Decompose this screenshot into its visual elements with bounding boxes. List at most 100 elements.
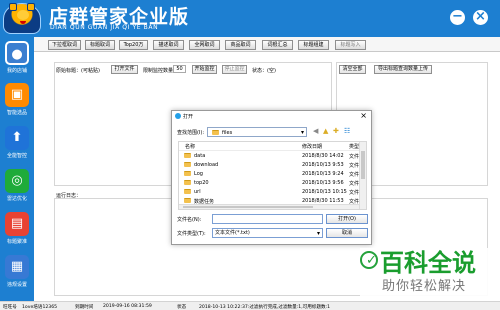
file-modified: 2018/10/13 10:15 <box>302 189 347 195</box>
folder-icon <box>184 198 191 203</box>
user-icon: ● <box>5 41 29 65</box>
file-type: 文件 <box>349 172 360 178</box>
file-type: 文件 <box>349 181 360 187</box>
sidebar-item-label: 雷达优化 <box>6 196 27 202</box>
file-type: 文件 <box>349 154 360 160</box>
sidebar-item-product-selection[interactable]: ▣ 智能选品 <box>0 80 34 119</box>
horizontal-scrollbar[interactable] <box>179 204 359 209</box>
file-list-header: 名称 修改日期 类型 <box>179 142 366 151</box>
sidebar-item-label: 全能智控 <box>6 153 27 159</box>
status-bar: 旺旺号 1ove培语12365 到期时间 2019-09-16 08:31:59… <box>0 301 500 310</box>
state-label: 状态 <box>177 305 187 310</box>
chevron-down-icon: ▾ <box>300 129 304 136</box>
sidebar-item-label: 智能选品 <box>6 110 27 116</box>
sidebar-item-label: 我的店铺 <box>6 68 27 74</box>
file-modified: 2018/10/13 9:56 <box>302 180 344 186</box>
dropdown-word-button[interactable]: 下拉框取词 <box>48 40 81 50</box>
up-folder-icon[interactable]: ▲ <box>323 127 328 136</box>
product-word-button[interactable]: 商品取词 <box>225 40 256 50</box>
expire-value: 2019-09-16 08:31:59 <box>103 304 152 309</box>
logo-mouth <box>20 21 26 24</box>
sidebar-item-radar-optimization[interactable]: ◎ 雷达优化 <box>0 166 34 205</box>
logo-ear-right <box>27 3 35 11</box>
watermark-subtitle: 助你轻松解决 <box>382 279 467 294</box>
folder-icon <box>184 162 191 167</box>
state-value: 2018-10-13 10:22:37:过滤执行完成,过滤数量:1,可用标题数:… <box>199 305 331 310</box>
file-name: url <box>194 189 201 195</box>
folder-icon <box>184 180 191 185</box>
top20-button[interactable]: Top20万 <box>119 40 148 50</box>
filename-input[interactable] <box>212 214 323 224</box>
type-column-header[interactable]: 类型 <box>349 143 359 150</box>
name-column-header[interactable]: 名称 <box>185 143 195 150</box>
file-modified: 2018/10/13 9:24 <box>302 171 344 177</box>
file-modified: 2018/8/30 14:02 <box>302 153 344 159</box>
dialog-close-icon[interactable]: × <box>360 111 367 121</box>
network-word-button[interactable]: 全网取词 <box>189 40 220 50</box>
expire-label: 到期时间 <box>75 305 94 310</box>
dialog-title: 打开 <box>183 114 194 120</box>
scrollbar-thumb[interactable] <box>361 151 365 179</box>
title-bar: 店群管家企业版 DIAN QUN GUAN JIA QI YE BAN − × <box>0 0 500 37</box>
sidebar-item-smart-control[interactable]: ⬆ 全能智控 <box>0 123 34 162</box>
new-folder-icon[interactable]: ✚ <box>333 127 339 136</box>
app-subtitle: DIAN QUN GUAN JIA QI YE BAN <box>50 24 159 31</box>
scrollbar-thumb[interactable] <box>183 206 313 208</box>
dialog-navigation-tools: ◀ ▲ ✚ ☷ <box>313 127 359 136</box>
folder-icon <box>184 171 191 176</box>
close-icon[interactable]: × <box>473 10 488 25</box>
sidebar-item-violation-settings[interactable]: ▦ 违规设置 <box>0 252 34 291</box>
watermark-title: 百科全说 <box>380 249 476 277</box>
sidebar-item-label: 标题聚准 <box>6 239 27 245</box>
dialog-app-icon <box>175 113 181 119</box>
file-type: 文件 <box>349 163 360 169</box>
filename-label: 文件名(N): <box>177 217 202 223</box>
sidebar-item-my-shop[interactable]: ● 我的店铺 <box>0 38 34 77</box>
title-write-button[interactable]: 标题写入 <box>335 40 366 50</box>
description-word-button[interactable]: 描述取词 <box>153 40 184 50</box>
open-button[interactable]: 打开(O) <box>326 214 368 224</box>
file-list[interactable]: 名称 修改日期 类型 data 2018/8/30 14:02 文件 downl… <box>178 141 367 210</box>
file-row[interactable]: data 2018/8/30 14:02 文件 <box>179 152 359 160</box>
shopping-bag-icon: ▣ <box>5 83 29 107</box>
file-row[interactable]: download 2018/10/13 9:53 文件 <box>179 161 359 169</box>
settings-icon: ▦ <box>5 255 29 279</box>
logo-ear-left <box>9 3 17 11</box>
file-modified: 2018/10/13 9:53 <box>302 162 344 168</box>
filetype-select[interactable]: 文本文件(*.txt) ▾ <box>212 228 323 238</box>
user-label: 旺旺号 <box>3 305 17 310</box>
user-value: 1ove培语12365 <box>22 305 58 310</box>
sidebar-item-title-precision[interactable]: ▤ 标题聚准 <box>0 209 34 248</box>
open-file-dialog: 打开 × 查找范围(I): files ▾ ◀ ▲ ✚ ☷ 名称 修改日期 类型… <box>171 110 372 245</box>
vertical-scrollbar[interactable] <box>359 142 366 209</box>
folder-icon <box>184 189 191 194</box>
dialog-title-bar: 打开 × <box>172 111 371 121</box>
chevron-down-icon: ▾ <box>316 230 320 237</box>
file-row[interactable]: url 2018/10/13 10:15 文件 <box>179 188 359 196</box>
sidebar-item-label: 违规设置 <box>6 282 27 288</box>
lookin-select[interactable]: files ▾ <box>207 127 307 137</box>
cancel-button[interactable]: 取消 <box>326 228 368 238</box>
watermark-logo-icon: ✓ <box>360 251 378 269</box>
radar-icon: ◎ <box>5 169 29 193</box>
file-name: top20 <box>194 180 209 186</box>
lookin-value: files <box>222 130 233 136</box>
toolbar: 下拉框取词 标题取词 Top20万 描述取词 全网取词 商品取词 词根汇总 标题… <box>34 37 500 52</box>
title-icon: ▤ <box>5 212 29 236</box>
title-build-button[interactable]: 标题组建 <box>298 40 329 50</box>
check-icon: ✓ <box>366 253 377 268</box>
file-row[interactable]: Log 2018/10/13 9:24 文件 <box>179 170 359 178</box>
modified-column-header[interactable]: 修改日期 <box>302 143 322 150</box>
back-icon[interactable]: ◀ <box>313 127 318 136</box>
file-name: Log <box>194 171 203 177</box>
root-summary-button[interactable]: 词根汇总 <box>262 40 293 50</box>
folder-icon <box>184 153 191 158</box>
view-menu-icon[interactable]: ☷ <box>344 127 350 136</box>
title-word-button[interactable]: 标题取词 <box>85 40 115 50</box>
minimize-icon[interactable]: − <box>450 10 465 25</box>
file-row[interactable]: top20 2018/10/13 9:56 文件 <box>179 179 359 187</box>
watermark: ✓ 百科全说 助你轻松解决 <box>360 248 496 300</box>
filetype-label: 文件类型(T): <box>177 231 206 237</box>
file-name: data <box>194 153 206 159</box>
logo-face <box>17 10 29 20</box>
